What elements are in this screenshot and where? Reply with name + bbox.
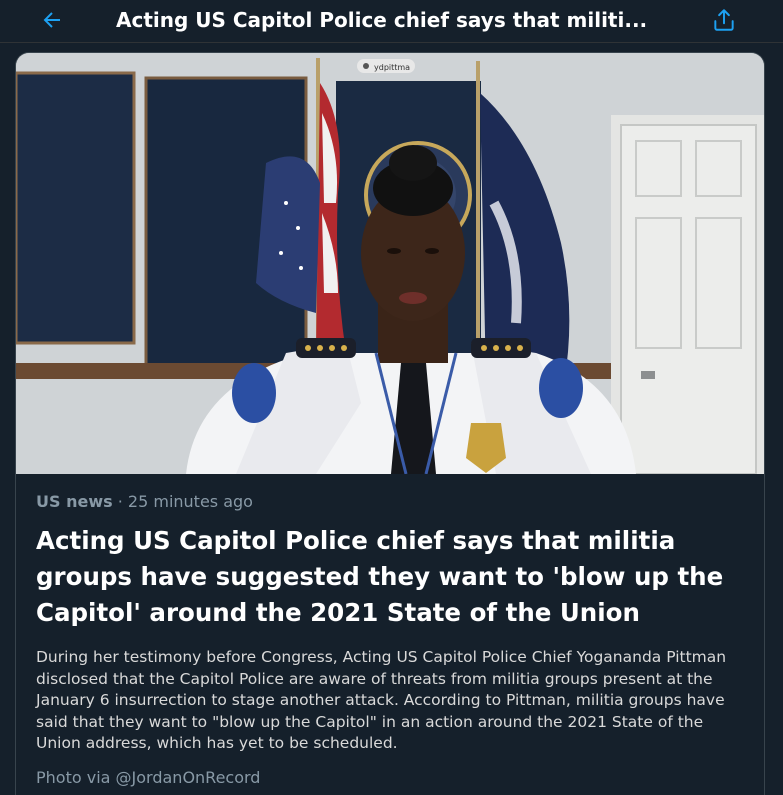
meta-separator: ·: [112, 492, 128, 511]
arrow-left-icon: [43, 12, 60, 28]
story-meta: US news · 25 minutes ago: [36, 491, 253, 513]
photo-credit: Photo via @JordanOnRecord: [36, 768, 261, 787]
photo-illustration: ydpittma: [16, 53, 764, 474]
back-button[interactable]: [32, 5, 72, 35]
page-title: Acting US Capitol Police chief says that…: [116, 8, 648, 32]
share-upload-icon: [714, 9, 734, 31]
story-body: During her testimony before Congress, Ac…: [36, 648, 727, 752]
video-label: ydpittma: [374, 63, 410, 72]
story-time: 25 minutes ago: [127, 492, 253, 511]
share-button[interactable]: [704, 4, 744, 36]
story-category: US news: [36, 492, 113, 511]
story-photo[interactable]: ydpittma: [16, 53, 764, 474]
top-bar: Acting US Capitol Police chief says that…: [0, 0, 783, 43]
story-card[interactable]: ydpittma US news · 25 minutes ago Acting…: [15, 52, 765, 795]
story-headline[interactable]: Acting US Capitol Police chief says that…: [36, 523, 756, 631]
